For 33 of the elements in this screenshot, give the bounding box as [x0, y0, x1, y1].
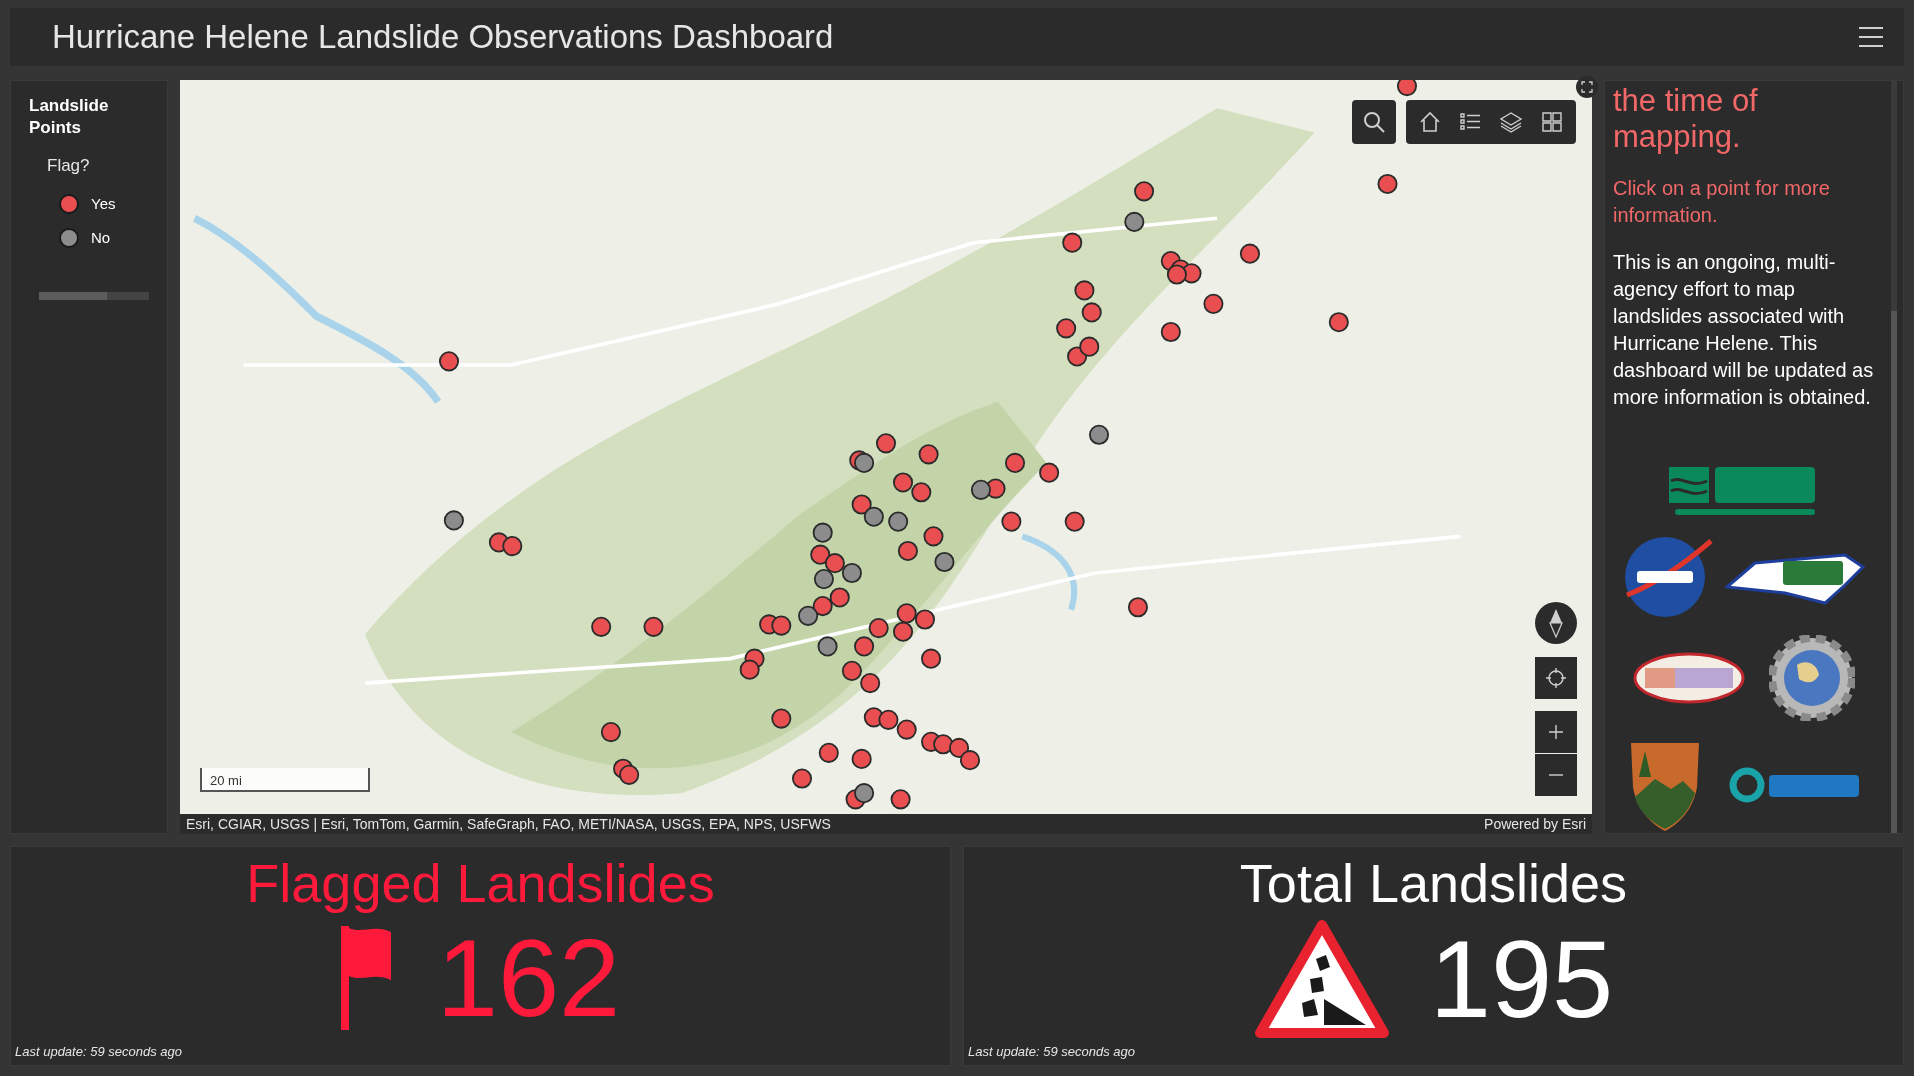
crosshair-icon [1545, 667, 1567, 689]
expand-icon [1581, 81, 1593, 93]
locate-button[interactable] [1535, 657, 1577, 699]
fullscreen-button[interactable] [1576, 76, 1598, 98]
compass-icon [1549, 608, 1563, 638]
indicator-title: Total Landslides [1239, 852, 1628, 915]
falling-rocks-warning-icon [1253, 919, 1390, 1039]
attribution-text: Esri, CGIAR, USGS | Esri, TomTom, Garmin, SafeGraph, FAO, METI/NASA, USGS, EPA, NPS, USFWS [186, 814, 831, 834]
info-paragraph: This is an ongoing, multi-agency effort to map landslides associated with Hurricane Helene. This dashboard will be updated as more information is obtained. [1613, 250, 1875, 410]
menu-icon[interactable] [1858, 26, 1884, 48]
info-paragraph: the time of mapping. [1613, 83, 1759, 155]
indicator-title: Flagged Landslides [246, 852, 715, 915]
last-update-text: Last update: 59 seconds ago [968, 1042, 1135, 1061]
search-button[interactable] [1352, 100, 1396, 144]
legend-field: Flag? [47, 153, 149, 179]
last-update-text: Last update: 59 seconds ago [15, 1042, 182, 1061]
indicator-value: 162 [436, 919, 621, 1037]
minus-icon [1548, 773, 1564, 777]
legend-label: No [91, 228, 111, 248]
basemap-gallery-icon[interactable] [1541, 111, 1563, 133]
dashboard-title: Hurricane Helene Landslide Observations Dashboard [52, 17, 834, 58]
powered-by-link[interactable]: Powered by Esri [1484, 813, 1586, 835]
legend-label: Yes [91, 193, 116, 214]
scale-label: 20 mi [210, 772, 242, 790]
search-icon [1363, 111, 1385, 133]
list-icon[interactable] [1459, 111, 1481, 133]
home-icon[interactable] [1419, 111, 1441, 133]
info-paragraph: Click on a point for more information. [1613, 176, 1831, 228]
legend-title: Landslide Points [29, 95, 110, 139]
indicator-value: 195 [1429, 920, 1614, 1038]
zoom-in-button[interactable] [1535, 711, 1577, 753]
plus-icon [1548, 724, 1564, 740]
layers-icon[interactable] [1499, 111, 1523, 133]
